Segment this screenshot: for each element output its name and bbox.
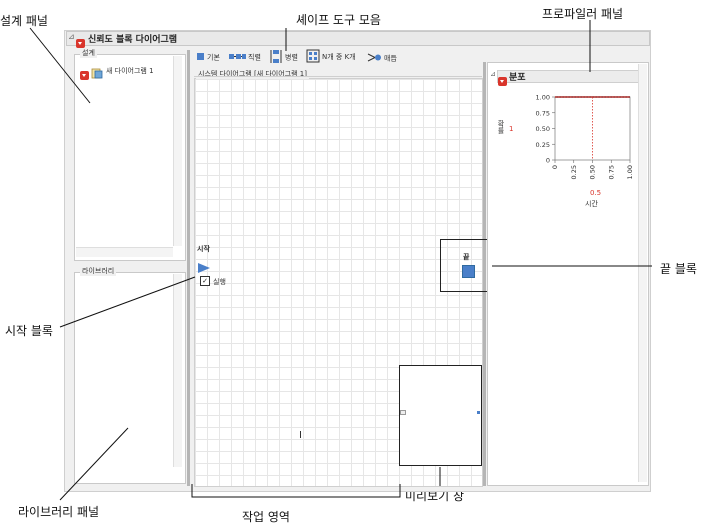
callout-lines bbox=[29, 20, 652, 501]
